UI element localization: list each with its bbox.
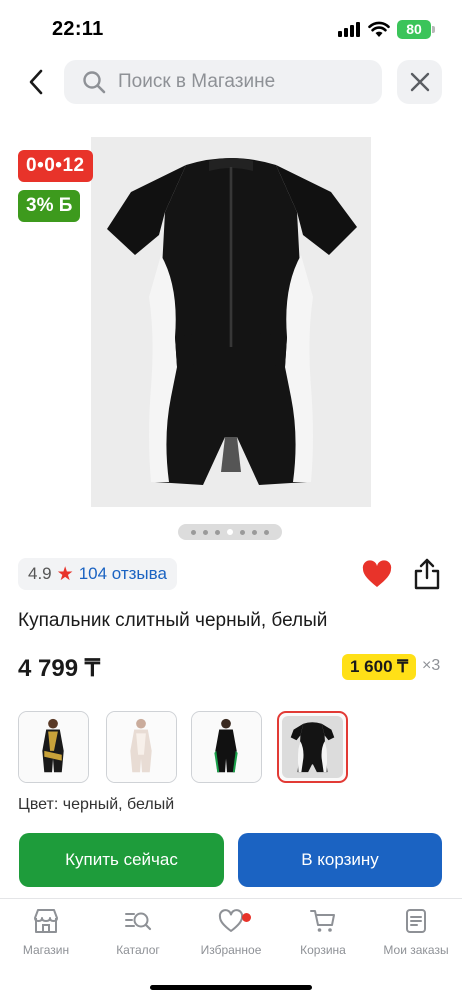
chevron-left-icon <box>29 69 43 95</box>
pager-dot[interactable] <box>203 529 208 535</box>
nav-item-catalog[interactable]: Каталог <box>92 907 184 957</box>
nav-label-store: Магазин <box>22 943 70 957</box>
installment-price-pill[interactable]: 1 600 ₸ <box>342 654 417 680</box>
cellular-signal-icon <box>338 22 362 37</box>
rating-reviews-link[interactable]: 4.9 ★ 104 отзыва <box>18 558 177 590</box>
search-bar[interactable] <box>64 60 382 104</box>
thumbnail-image <box>282 716 343 778</box>
nav-item-cart[interactable]: Корзина <box>277 907 369 957</box>
rating-value: 4.9 <box>28 564 52 583</box>
notification-dot <box>242 913 251 922</box>
nav-label-favorites: Избранное <box>200 943 262 957</box>
thumbnail-image <box>192 712 261 782</box>
catalog-search-icon <box>125 912 152 931</box>
home-indicator <box>150 985 312 990</box>
battery-tip <box>432 26 435 33</box>
heart-outline-icon <box>218 909 244 932</box>
color-option-black-gold[interactable] <box>18 711 89 783</box>
orders-icon <box>406 909 426 933</box>
nav-label-orders: Мои заказы <box>383 943 449 957</box>
status-time: 22:11 <box>52 18 104 40</box>
product-title: Купальник слитный черный, белый <box>18 610 328 631</box>
color-option-white-beige[interactable] <box>106 711 177 783</box>
buy-now-button[interactable]: Купить сейчас <box>19 833 224 887</box>
thumbnail-image <box>19 712 88 782</box>
pager-dot-active[interactable] <box>227 529 233 535</box>
pager-dot[interactable] <box>191 529 196 535</box>
star-icon: ★ <box>56 563 74 585</box>
product-price: 4 799 ₸ <box>18 655 100 682</box>
nav-label-cart: Корзина <box>300 943 346 957</box>
installment-badge: 0•0•12 <box>18 150 93 182</box>
battery-icon: 80 <box>397 20 431 39</box>
nav-label-catalog: Каталог <box>116 943 160 957</box>
pager-dot[interactable] <box>264 529 269 535</box>
cart-icon <box>310 910 335 932</box>
product-image[interactable] <box>91 137 371 507</box>
color-option-black-green[interactable] <box>191 711 262 783</box>
color-option-black-white[interactable] <box>277 711 348 783</box>
back-button[interactable] <box>20 62 52 102</box>
search-icon <box>83 71 106 94</box>
selected-color-label: Цвет: черный, белый <box>18 796 175 813</box>
installment-multiplier: ×3 <box>422 657 441 674</box>
store-icon <box>34 909 58 933</box>
pager-dot[interactable] <box>240 529 245 535</box>
thumbnail-image <box>107 712 176 782</box>
close-icon <box>410 72 429 92</box>
reviews-count: 104 отзыва <box>78 564 167 583</box>
bonus-badge: 3% Б <box>18 190 81 222</box>
pager-dot[interactable] <box>215 529 220 535</box>
swimsuit-illustration <box>91 137 371 507</box>
share-icon[interactable] <box>412 558 442 590</box>
favorite-heart-icon[interactable] <box>361 559 393 591</box>
nav-item-store[interactable]: Магазин <box>0 907 92 957</box>
status-bar: 22:11 80 <box>0 0 462 52</box>
nav-item-favorites[interactable]: Избранное <box>185 907 277 957</box>
search-input[interactable] <box>118 60 368 104</box>
color-options <box>18 711 442 783</box>
nav-item-orders[interactable]: Мои заказы <box>370 907 462 957</box>
close-search-button[interactable] <box>397 60 442 104</box>
image-pager[interactable] <box>178 524 282 540</box>
add-to-cart-button[interactable]: В корзину <box>238 833 442 887</box>
bottom-navigation: Магазин Каталог Избранное Корзина Мои за… <box>0 898 462 999</box>
wifi-icon <box>368 21 390 37</box>
pager-dot[interactable] <box>252 529 257 535</box>
